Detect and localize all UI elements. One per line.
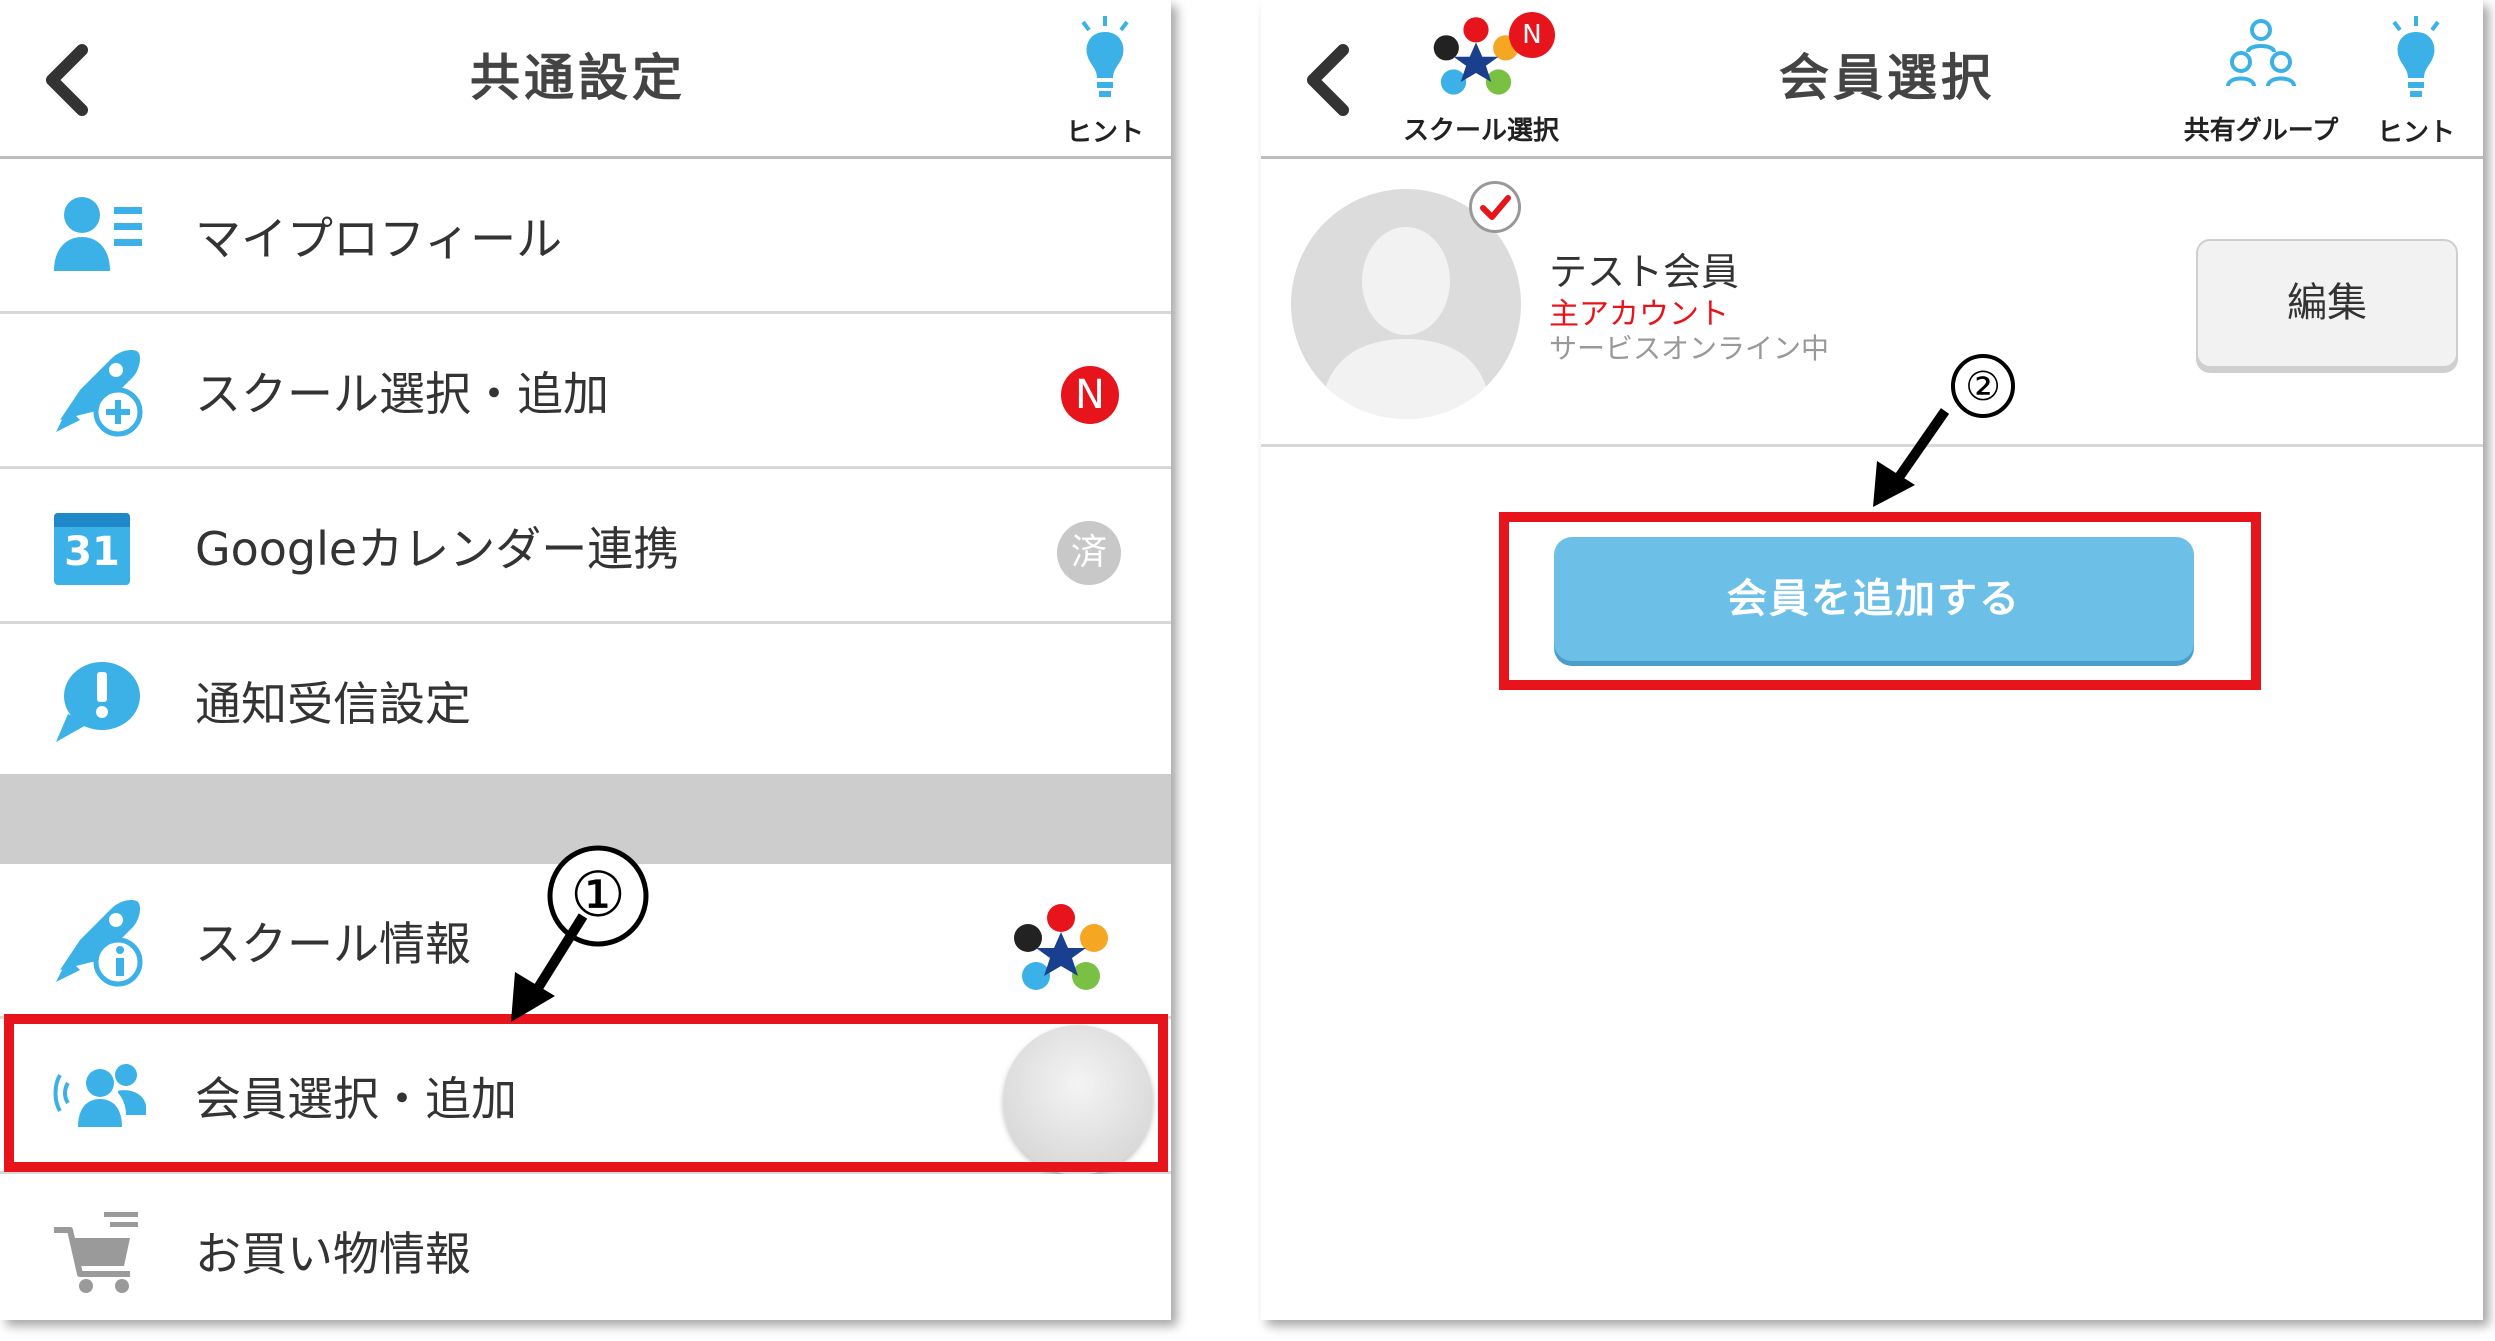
- member-name: テスト会員: [1549, 250, 1740, 294]
- header: 共通設定 ヒント: [0, 0, 1171, 159]
- menu-item-google-calendar[interactable]: 31 Googleカレンダー連携 済: [0, 469, 1171, 624]
- pointer-arrow-icon: [511, 913, 588, 1022]
- calendar-icon: 31: [50, 495, 150, 595]
- edit-button[interactable]: 編集: [2196, 239, 2458, 368]
- menu-item-label: スクール情報: [195, 917, 471, 971]
- selected-check: [1469, 181, 1521, 233]
- pointer-arrow-icon: [1873, 408, 1950, 507]
- school-select-button[interactable]: N スクール選択: [1381, 10, 1581, 150]
- menu-item-label: スクール選択・追加: [195, 367, 609, 421]
- member-status: サービスオンライン中: [1549, 332, 1830, 365]
- shared-group-label: 共有グループ: [2183, 116, 2339, 146]
- new-badge: N: [1061, 366, 1119, 424]
- page-title: 共通設定: [470, 49, 686, 107]
- school-select-label: スクール選択: [1402, 116, 1559, 146]
- back-button[interactable]: [38, 40, 98, 120]
- page-title: 会員選択: [1779, 49, 1995, 107]
- chevron-left-icon: [46, 44, 88, 116]
- rocket-add-icon: [56, 350, 143, 437]
- profile-icon: [54, 197, 142, 271]
- add-member-button[interactable]: 会員を追加する: [1554, 537, 2194, 661]
- menu-item-label: Googleカレンダー連携: [195, 522, 680, 576]
- checkmark-icon: [1480, 195, 1511, 220]
- menu-item-label: マイプロフィール: [195, 212, 563, 266]
- calendar-day: 31: [64, 529, 120, 575]
- connected-badge: 済: [1057, 521, 1121, 585]
- hint-button[interactable]: ヒント: [2361, 12, 2471, 152]
- rocket-info-icon: [56, 900, 143, 987]
- menu-item-label: お買い物情報: [195, 1227, 471, 1281]
- menu-item-school-select[interactable]: スクール選択・追加 N: [0, 314, 1171, 469]
- shared-group-button[interactable]: 共有グループ: [2181, 10, 2341, 150]
- school-logo-icon: [1014, 904, 1108, 990]
- header: N スクール選択 会員選択 共有グループ ヒント: [1261, 0, 2483, 159]
- new-badge: N: [1509, 12, 1555, 58]
- alert-bubble-icon: [56, 662, 140, 742]
- menu-item-label: 会員選択・追加: [195, 1072, 517, 1126]
- common-settings-screen: 共通設定 ヒント マイプロフィール スクール選択・追加 N 31 Googleカ…: [0, 0, 1171, 1320]
- member-select-screen: N スクール選択 会員選択 共有グループ ヒント テスト会員 主アカウント サー…: [1261, 0, 2483, 1320]
- back-button[interactable]: [1299, 40, 1359, 120]
- cart-icon: [54, 1212, 138, 1293]
- step-2-number: ②: [1965, 364, 2001, 410]
- menu-item-notification-settings[interactable]: 通知受信設定: [0, 624, 1171, 779]
- shared-group-icon: [2226, 19, 2296, 87]
- lightbulb-icon: [1081, 16, 1129, 97]
- hint-button[interactable]: ヒント: [1050, 12, 1160, 152]
- hint-label: ヒント: [2376, 118, 2455, 148]
- menu-item-label: 通知受信設定: [195, 677, 471, 731]
- menu-item-shopping-info[interactable]: お買い物情報: [0, 1174, 1171, 1320]
- lightbulb-icon: [2392, 16, 2440, 97]
- menu-item-my-profile[interactable]: マイプロフィール: [0, 159, 1171, 314]
- member-card[interactable]: テスト会員 主アカウント サービスオンライン中 編集: [1261, 159, 2483, 447]
- hint-label: ヒント: [1065, 118, 1144, 148]
- tap-indicator: [1003, 1025, 1153, 1175]
- menu-item-member-select[interactable]: 会員選択・追加: [0, 1019, 1171, 1175]
- members-icon: [53, 1064, 146, 1127]
- chevron-left-icon: [1307, 44, 1349, 116]
